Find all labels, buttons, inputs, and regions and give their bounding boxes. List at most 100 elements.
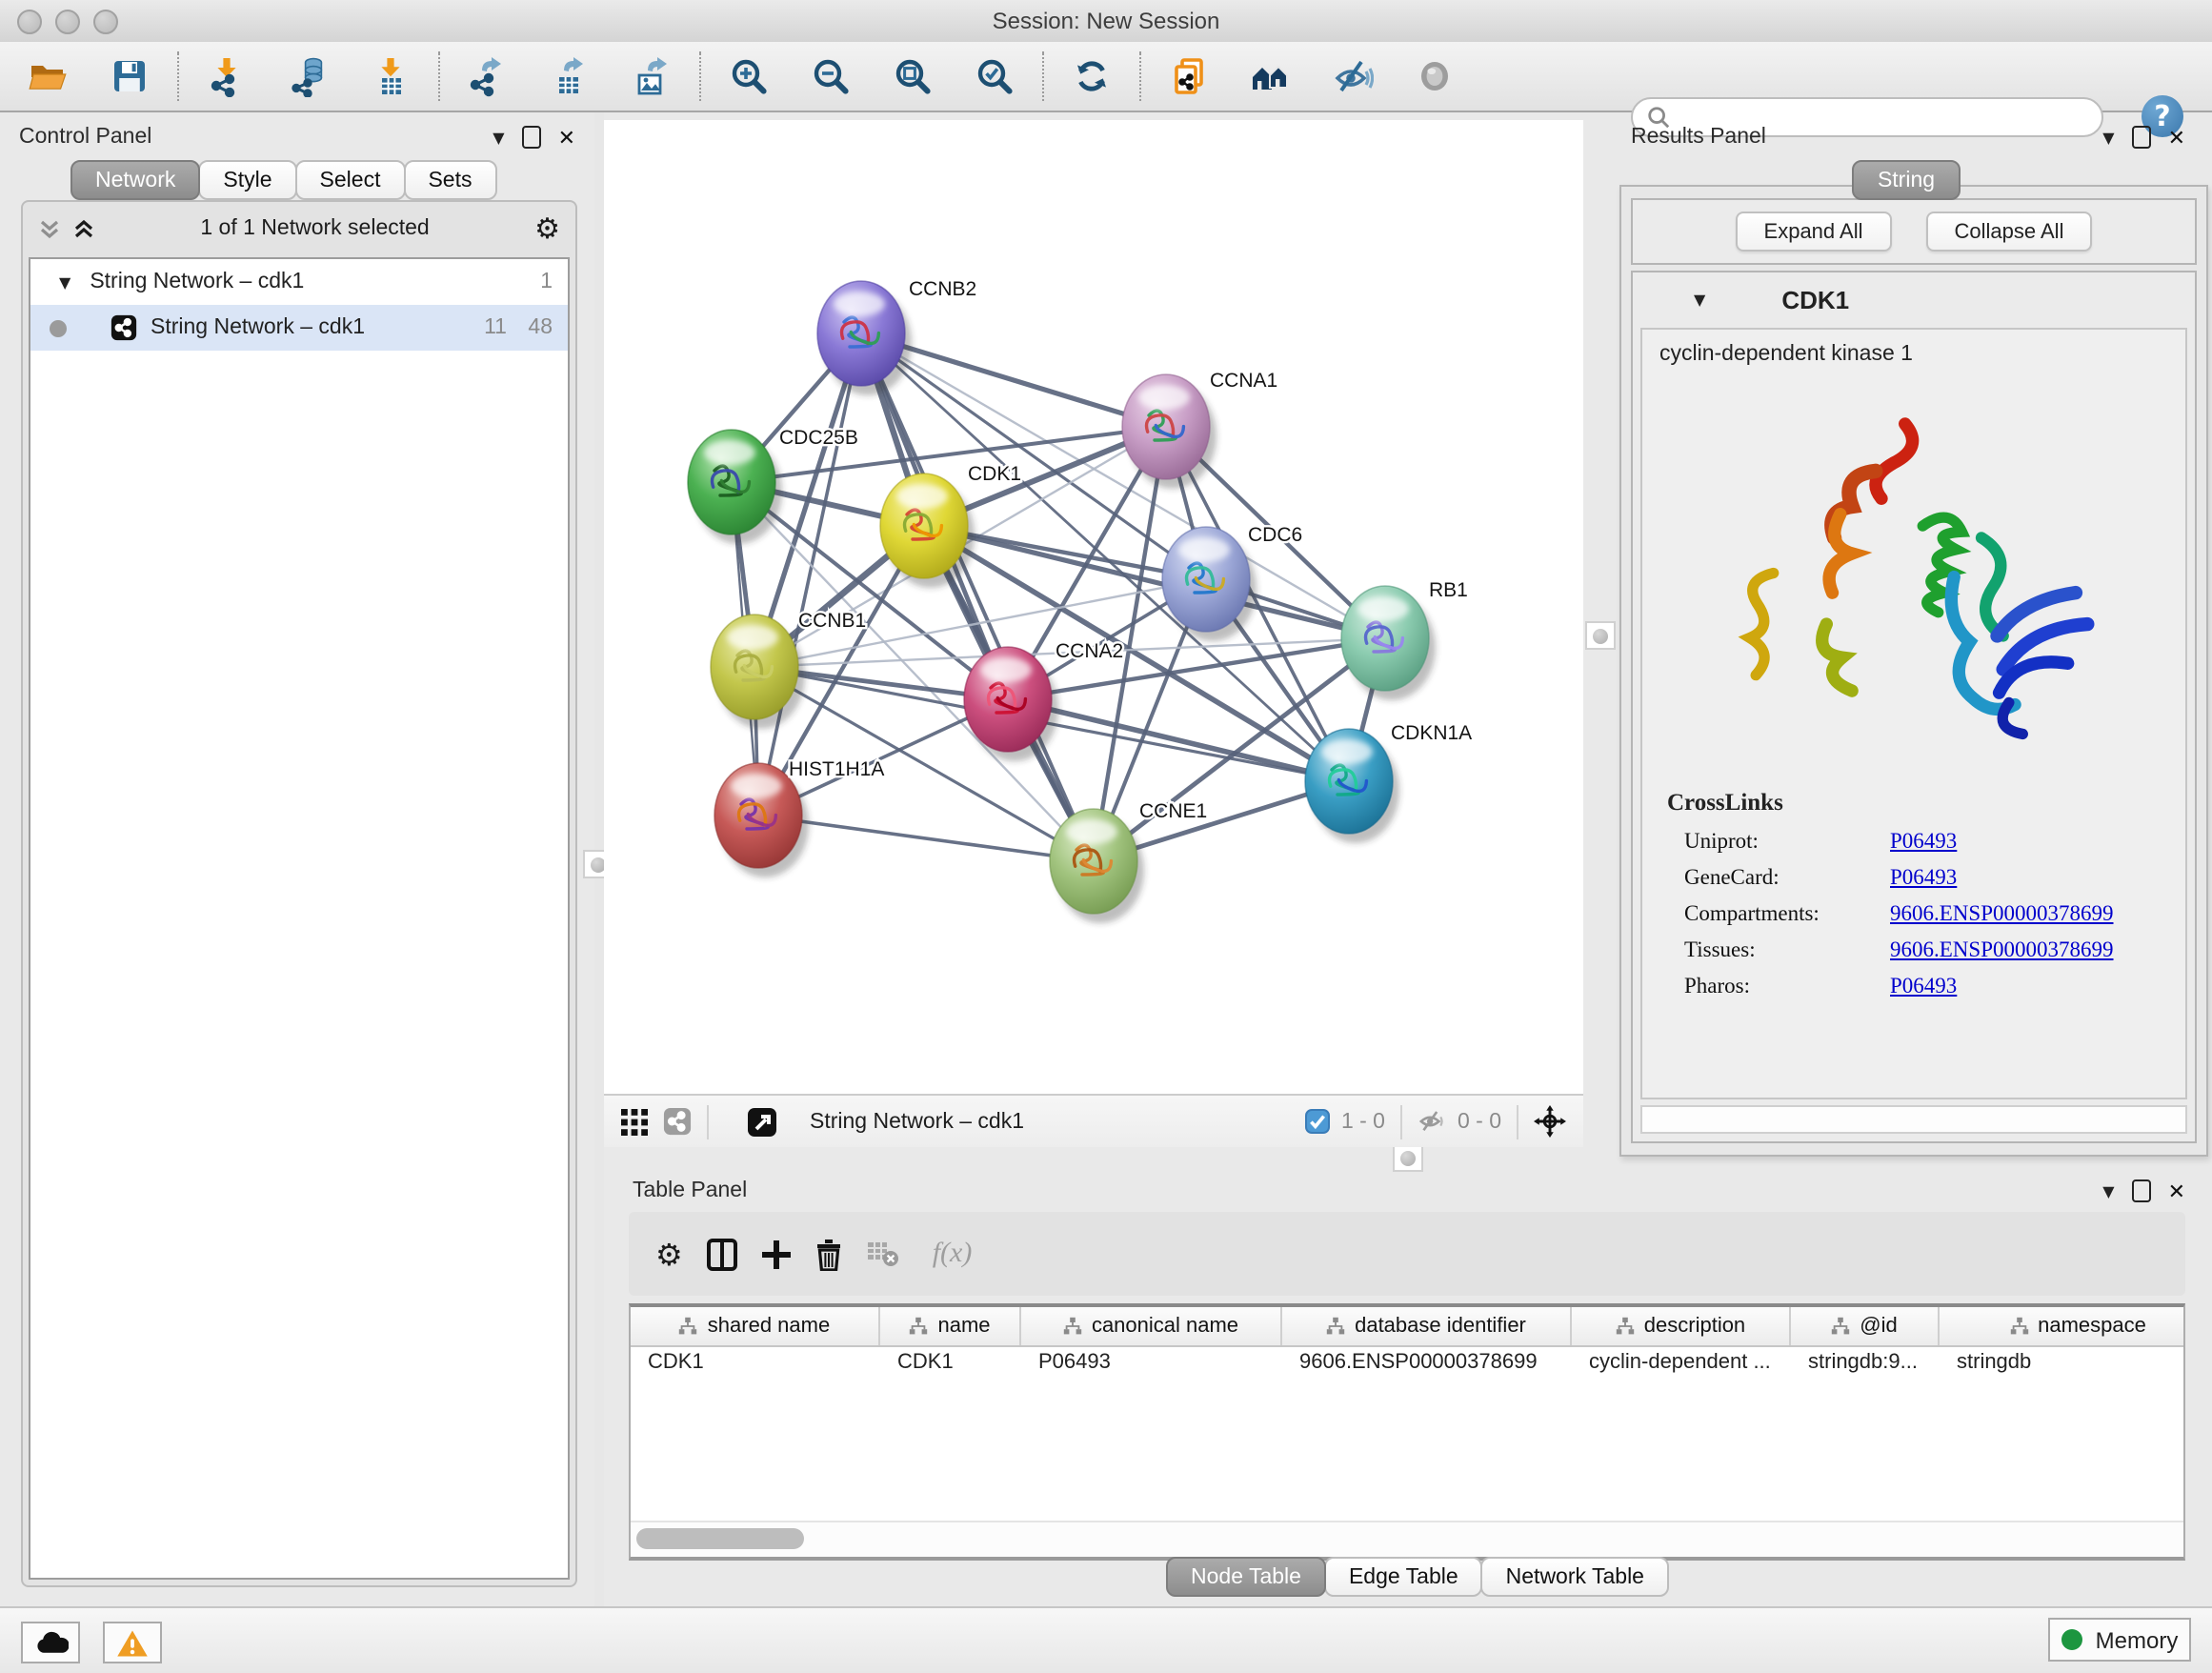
tab-node-table[interactable]: Node Table [1166,1557,1326,1597]
toolbar-separator [1042,51,1046,101]
tab-string[interactable]: String [1853,160,1960,200]
selected-checkbox-icon[interactable] [1305,1109,1330,1134]
tab-style[interactable]: Style [198,160,296,200]
show-columns-icon[interactable] [708,1238,738,1270]
open-in-window-icon[interactable] [747,1106,777,1137]
close-panel-icon[interactable]: ✕ [2168,1179,2185,1203]
network-row-selected[interactable]: String Network – cdk1 11 48 [30,305,568,351]
tab-network[interactable]: Network [70,160,200,200]
section-collapse-icon[interactable]: ▼ [1694,291,1705,308]
show-eye-icon[interactable] [1406,48,1463,105]
import-table-icon[interactable] [362,48,419,105]
zoom-selected-icon[interactable] [966,48,1023,105]
tree-expand-icon[interactable]: ▼ [59,273,70,291]
pharos-link[interactable]: P06493 [1890,976,1957,998]
column-header[interactable]: name [880,1307,1021,1345]
memory-status-dot [2061,1629,2082,1650]
close-panel-icon[interactable]: ✕ [558,125,575,150]
network-node-count: 11 [465,316,507,339]
tab-select[interactable]: Select [295,160,406,200]
scrollbar-thumb[interactable] [636,1528,804,1549]
collection-label: String Network – cdk1 [90,271,514,293]
zoom-in-icon[interactable] [720,48,777,105]
protein-node-CDC25B [688,430,782,544]
svg-text:CCNE1: CCNE1 [1139,800,1207,822]
control-panel-tabs: Network Style Select Sets [70,160,495,202]
network-view-icon[interactable] [663,1107,692,1136]
table-row[interactable]: CDK1 CDK1 P06493 9606.ENSP00000378699 cy… [631,1347,2183,1383]
network-status-dot [50,319,67,336]
tab-network-table[interactable]: Network Table [1481,1557,1669,1597]
tab-sets[interactable]: Sets [403,160,496,200]
add-column-icon[interactable] [763,1240,792,1268]
float-panel-icon[interactable]: ▼ [2102,1182,2114,1199]
column-header[interactable]: shared name [631,1307,880,1345]
pan-crosshair-icon[interactable] [1534,1105,1566,1138]
expand-all-button[interactable]: Expand All [1736,212,1892,252]
column-header[interactable]: namespace [1940,1307,2185,1345]
main-toolbar: ? [0,42,2212,112]
table-panel-title: Table Panel [633,1179,747,1202]
collapse-all-icon[interactable] [38,216,61,239]
toolbar-separator [707,1104,709,1139]
export-image-icon[interactable] [623,48,680,105]
column-header[interactable]: description [1572,1307,1791,1345]
column-type-icon [1326,1317,1345,1336]
export-network-icon[interactable] [459,48,516,105]
close-panel-icon[interactable]: ✕ [2168,125,2185,150]
protein-node-CCNB1 [711,615,805,729]
protein-node-CDKN1A [1305,729,1399,843]
protein-node-CCNB2 [817,281,912,395]
cloud-status-button[interactable] [21,1622,80,1663]
delete-column-trash-icon[interactable] [816,1238,843,1270]
import-network-icon[interactable] [198,48,255,105]
refresh-icon[interactable] [1063,48,1120,105]
results-scrollbar-track[interactable] [1640,1105,2187,1134]
column-header[interactable]: canonical name [1021,1307,1282,1345]
network-edge-count: 48 [507,316,553,339]
crosslink-row: GeneCard:P06493 [1684,867,2185,890]
string-network-graph[interactable]: CCNB2CCNA1CDC25BCDK1CDC6RB1CCNB1CCNA2CDK… [604,120,1583,1094]
maximize-panel-icon[interactable] [2132,126,2151,149]
network-collection-row[interactable]: ▼ String Network – cdk1 1 [30,259,568,305]
birds-eye-view-icon[interactable] [621,1108,648,1135]
home-networks-icon[interactable] [1242,48,1299,105]
toolbar-separator [1139,51,1143,101]
svg-text:CDK1: CDK1 [968,463,1021,485]
zoom-fit-icon[interactable] [884,48,941,105]
hidden-node-edge-count: 0 - 0 [1458,1110,1501,1133]
float-panel-icon[interactable]: ▼ [493,129,504,146]
gear-icon[interactable]: ⚙ [534,211,560,245]
memory-button[interactable]: Memory [2048,1618,2191,1662]
toolbar-separator [699,51,703,101]
export-table-icon[interactable] [541,48,598,105]
column-header[interactable]: @id [1791,1307,1940,1345]
column-type-icon [1831,1317,1850,1336]
session-network-document-icon[interactable] [1160,48,1217,105]
tissues-link[interactable]: 9606.ENSP00000378699 [1890,939,2114,962]
network-canvas[interactable]: CCNB2CCNA1CDC25BCDK1CDC6RB1CCNB1CCNA2CDK… [604,120,1583,1094]
genecard-link[interactable]: P06493 [1890,867,1957,890]
hide-glasses-icon[interactable] [1324,48,1381,105]
collapse-all-button[interactable]: Collapse All [1926,212,2093,252]
expand-all-icon[interactable] [72,216,95,239]
network-selection-status: 1 of 1 Network selected [95,216,534,239]
zoom-out-icon[interactable] [802,48,859,105]
protein-name: CDK1 [1781,285,1849,313]
save-session-icon[interactable] [101,48,158,105]
import-network-from-database-icon[interactable] [280,48,337,105]
hidden-eye-slash-icon[interactable] [1418,1109,1446,1134]
uniprot-link[interactable]: P06493 [1890,831,1957,854]
compartments-link[interactable]: 9606.ENSP00000378699 [1890,903,2114,926]
float-panel-icon[interactable]: ▼ [2102,129,2114,146]
maximize-panel-icon[interactable] [2132,1179,2151,1202]
maximize-panel-icon[interactable] [522,126,541,149]
column-header[interactable]: database identifier [1282,1307,1572,1345]
open-file-icon[interactable] [19,48,76,105]
tab-edge-table[interactable]: Edge Table [1324,1557,1483,1597]
warnings-button[interactable] [103,1622,162,1663]
table-settings-gear-icon[interactable]: ⚙ [655,1236,683,1272]
horizontal-scrollbar[interactable] [631,1521,2183,1557]
cloud-icon [33,1629,68,1656]
splitter-handle-bottom[interactable] [1393,1143,1423,1172]
